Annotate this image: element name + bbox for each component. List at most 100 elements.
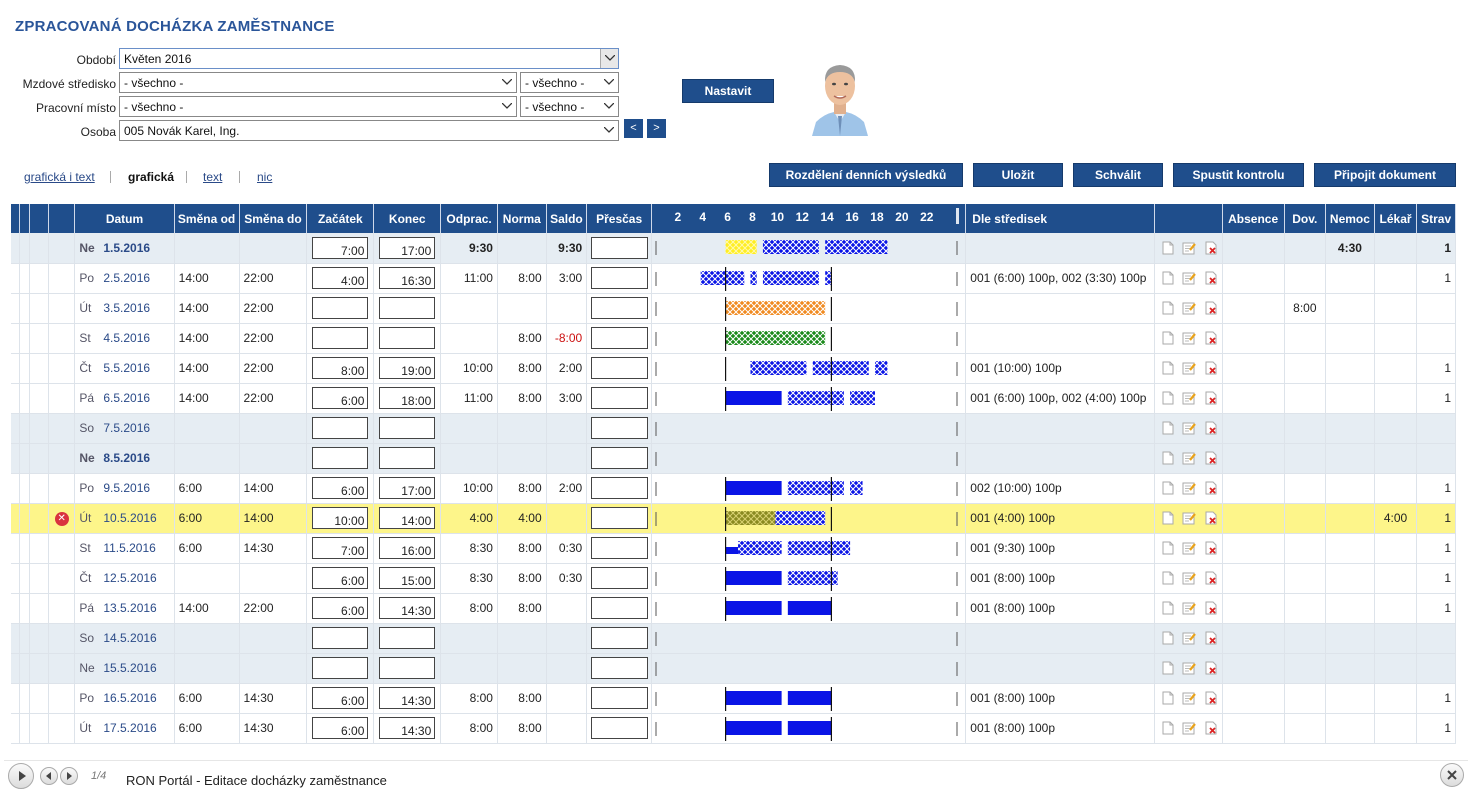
col-dle-stredisek[interactable]: Dle středisek (965, 204, 1155, 233)
date-text[interactable]: 12.5.2016 (103, 571, 156, 585)
timeline-bar[interactable] (850, 480, 863, 495)
document-icon[interactable] (1161, 361, 1175, 375)
row-select-3[interactable] (29, 653, 49, 684)
document-icon[interactable] (1161, 721, 1175, 735)
edit-note-icon[interactable] (1182, 691, 1197, 705)
datum-cell[interactable]: Ne 15.5.2016 (74, 653, 175, 684)
row-select-1[interactable] (11, 383, 20, 414)
row-select-3[interactable] (29, 383, 49, 414)
konec-input[interactable]: 14:30 (379, 717, 436, 739)
col-prescas[interactable]: Přesčas (586, 204, 653, 233)
date-text[interactable]: 15.5.2016 (103, 661, 156, 675)
table-row[interactable]: St 11.5.2016 6:00 14:30 7:00 16:00 8:30 8:00 0:3… (11, 533, 1456, 564)
row-select-2[interactable] (19, 323, 30, 354)
konec-input[interactable] (379, 297, 436, 319)
konec-input[interactable]: 18:00 (379, 387, 436, 409)
row-select-2[interactable] (19, 263, 30, 294)
view-graphic-and-text-link[interactable]: grafická i text (24, 170, 95, 184)
delete-document-icon[interactable] (1204, 541, 1218, 555)
col-saldo[interactable]: Saldo (546, 204, 588, 233)
delete-document-icon[interactable] (1204, 511, 1218, 525)
zacatek-input[interactable]: 7:00 (312, 537, 369, 559)
zacatek-input[interactable]: 10:00 (312, 507, 369, 529)
row-select-3[interactable] (29, 413, 49, 444)
timeline-bar[interactable] (725, 240, 757, 254)
table-row[interactable]: Ne 1.5.2016 7:00 17:00 9:30 9:30 4:30 1 (11, 233, 1456, 264)
row-select-3[interactable] (29, 353, 49, 384)
prescas-input[interactable] (591, 267, 649, 289)
timeline-bar[interactable] (787, 720, 832, 735)
table-row[interactable]: Po 9.5.2016 6:00 14:00 6:00 17:00 10:00 8:00 2:0… (11, 473, 1456, 504)
obdobi-select[interactable]: Květen 2016 (119, 48, 619, 69)
row-select-1[interactable] (11, 713, 20, 744)
datum-cell[interactable]: Út 3.5.2016 (74, 293, 175, 324)
timeline-bar[interactable] (775, 510, 826, 525)
delete-document-icon[interactable] (1204, 391, 1218, 405)
datum-cell[interactable]: Čt 5.5.2016 (74, 353, 175, 384)
delete-document-icon[interactable] (1204, 631, 1218, 645)
zacatek-input[interactable] (312, 657, 369, 679)
col-datum[interactable]: Datum (74, 204, 175, 233)
timeline-bar[interactable] (725, 600, 782, 615)
prescas-input[interactable] (591, 717, 649, 739)
col-smena-od[interactable]: Směna od (174, 204, 240, 233)
row-select-1[interactable] (11, 233, 20, 264)
date-text[interactable]: 3.5.2016 (103, 301, 150, 315)
table-row[interactable]: Čt 12.5.2016 6:00 15:00 8:30 8:00 0:30 001 (8:0… (11, 563, 1456, 594)
timeline-bar[interactable] (750, 360, 807, 375)
delete-document-icon[interactable] (1204, 571, 1218, 585)
col-zacatek[interactable]: Začátek (306, 204, 375, 233)
row-select-2[interactable] (19, 233, 30, 264)
date-text[interactable]: 17.5.2016 (103, 721, 156, 735)
edit-note-icon[interactable] (1182, 571, 1197, 585)
delete-document-icon[interactable] (1204, 661, 1218, 675)
datum-cell[interactable]: Po 2.5.2016 (74, 263, 175, 294)
timeline-bar[interactable] (738, 540, 782, 555)
row-select-2[interactable] (19, 533, 30, 564)
prescas-input[interactable] (591, 597, 649, 619)
zacatek-input[interactable]: 6:00 (312, 717, 369, 739)
document-icon[interactable] (1161, 451, 1175, 465)
document-icon[interactable] (1161, 601, 1175, 615)
row-select-1[interactable] (11, 263, 20, 294)
zacatek-input[interactable]: 7:00 (312, 236, 369, 259)
document-icon[interactable] (1161, 571, 1175, 585)
delete-document-icon[interactable] (1204, 331, 1218, 345)
pripojit-dokument-button[interactable]: Připojit dokument (1314, 163, 1456, 187)
col-konec[interactable]: Konec (373, 204, 442, 233)
delete-document-icon[interactable] (1204, 691, 1218, 705)
next-page-button[interactable] (60, 767, 78, 785)
edit-note-icon[interactable] (1182, 541, 1197, 555)
konec-input[interactable]: 17:00 (379, 477, 436, 499)
datum-cell[interactable]: Pá 6.5.2016 (74, 383, 175, 414)
row-select-1[interactable] (11, 443, 20, 474)
row-select-1[interactable] (11, 563, 20, 594)
timeline-bar[interactable] (787, 690, 832, 705)
row-select-3[interactable] (29, 623, 49, 654)
row-select-2[interactable] (19, 623, 30, 654)
edit-note-icon[interactable] (1182, 481, 1197, 495)
row-select-1[interactable] (11, 413, 20, 444)
konec-input[interactable]: 14:30 (379, 597, 436, 619)
spustit-kontrolu-button[interactable]: Spustit kontrolu (1173, 163, 1304, 187)
document-icon[interactable] (1161, 631, 1175, 645)
zacatek-input[interactable]: 6:00 (312, 387, 369, 409)
konec-input[interactable] (379, 657, 436, 679)
close-button[interactable] (1440, 763, 1464, 787)
date-text[interactable]: 8.5.2016 (103, 451, 150, 465)
row-select-2[interactable] (19, 443, 30, 474)
delete-document-icon[interactable] (1204, 481, 1218, 495)
prescas-input[interactable] (591, 327, 649, 349)
document-icon[interactable] (1161, 301, 1175, 315)
konec-input[interactable] (379, 447, 436, 469)
row-select-3[interactable] (29, 293, 49, 324)
misto-select[interactable]: - všechno - (119, 96, 517, 117)
document-icon[interactable] (1161, 511, 1175, 525)
timeline-bar[interactable] (787, 390, 844, 405)
table-row[interactable]: Po 2.5.2016 14:00 22:00 4:00 16:30 11:00 8:00 3:… (11, 263, 1456, 294)
edit-note-icon[interactable] (1182, 271, 1197, 285)
table-row[interactable]: Pá 13.5.2016 14:00 22:00 6:00 14:30 8:00 8:00 00… (11, 593, 1456, 624)
timeline-bar[interactable] (850, 390, 876, 405)
osoba-select[interactable]: 005 Novák Karel, Ing. (119, 120, 619, 141)
konec-input[interactable]: 17:00 (379, 236, 436, 259)
